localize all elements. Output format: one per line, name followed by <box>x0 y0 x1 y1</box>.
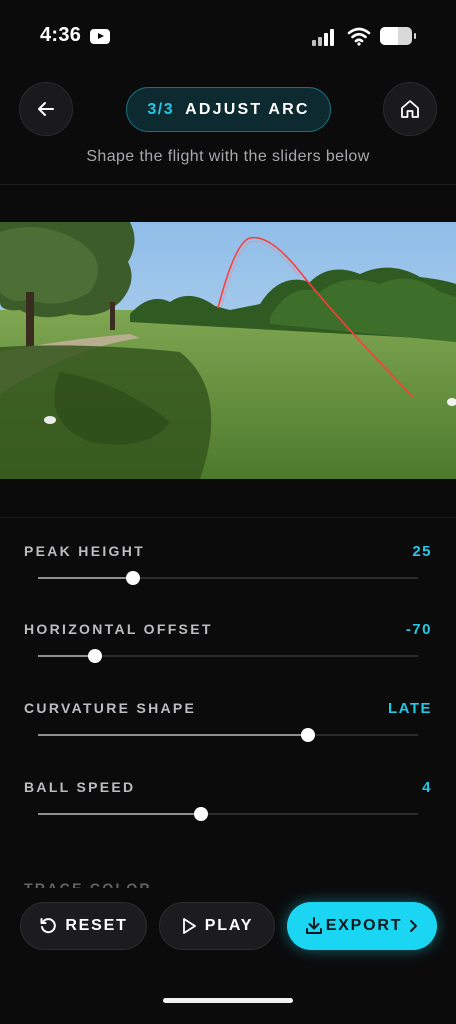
play-label: PLAY <box>204 917 254 934</box>
status-bar: 4:36 <box>0 0 456 72</box>
home-indicator[interactable] <box>163 998 293 1003</box>
chevron-right-icon <box>410 920 418 932</box>
export-button[interactable]: EXPORT <box>287 902 437 950</box>
curvature-shape-value: LATE <box>387 700 432 717</box>
wifi-icon <box>347 27 371 46</box>
ball-speed-value: 4 <box>422 779 432 796</box>
header-divider <box>0 184 456 185</box>
slider-thumb[interactable] <box>88 649 102 663</box>
trace-color-label: TRACE COLOR <box>24 880 152 888</box>
step-count: 3/3 <box>147 100 175 118</box>
reset-icon <box>40 918 57 934</box>
reset-button[interactable]: RESET <box>20 902 147 950</box>
peak-height-label: PEAK HEIGHT <box>24 543 145 559</box>
ball-speed-label: BALL SPEED <box>24 779 136 795</box>
play-icon <box>182 918 196 934</box>
reset-label: RESET <box>65 917 128 934</box>
horizontal-offset-label: HORIZONTAL OFFSET <box>24 621 213 637</box>
back-button[interactable] <box>19 82 73 136</box>
page-subtitle: Shape the flight with the sliders below <box>86 148 370 165</box>
cellular-signal-icon <box>312 28 340 46</box>
arrow-left-icon <box>38 102 54 116</box>
ball-speed-slider[interactable] <box>38 807 418 821</box>
horizontal-offset-slider-row: HORIZONTAL OFFSET -70 <box>0 621 456 699</box>
ball-speed-slider-row: BALL SPEED 4 <box>0 779 456 857</box>
slider-thumb[interactable] <box>126 571 140 585</box>
shot-preview-image <box>0 222 456 479</box>
play-button[interactable]: PLAY <box>159 902 275 950</box>
peak-height-slider[interactable] <box>38 571 418 585</box>
curvature-shape-slider-row: CURVATURE SHAPE LATE <box>0 700 456 778</box>
youtube-icon <box>90 29 110 44</box>
export-label: EXPORT <box>325 917 403 934</box>
horizontal-offset-value: -70 <box>405 621 432 638</box>
peak-height-slider-row: PEAK HEIGHT 25 <box>0 543 456 621</box>
curvature-shape-slider[interactable] <box>38 728 418 742</box>
home-icon <box>401 100 419 118</box>
step-title: ADJUST ARC <box>185 100 310 118</box>
peak-height-value: 25 <box>412 543 432 560</box>
image-divider <box>0 517 456 518</box>
battery-icon <box>380 27 416 45</box>
status-time: 4:36 <box>40 24 82 46</box>
home-button[interactable] <box>383 82 437 136</box>
step-indicator: 3/3 ADJUST ARC <box>126 87 331 132</box>
download-icon <box>305 917 322 934</box>
curvature-shape-label: CURVATURE SHAPE <box>24 700 197 716</box>
slider-thumb[interactable] <box>300 728 315 742</box>
horizontal-offset-slider[interactable] <box>38 649 418 663</box>
slider-thumb[interactable] <box>194 807 209 821</box>
